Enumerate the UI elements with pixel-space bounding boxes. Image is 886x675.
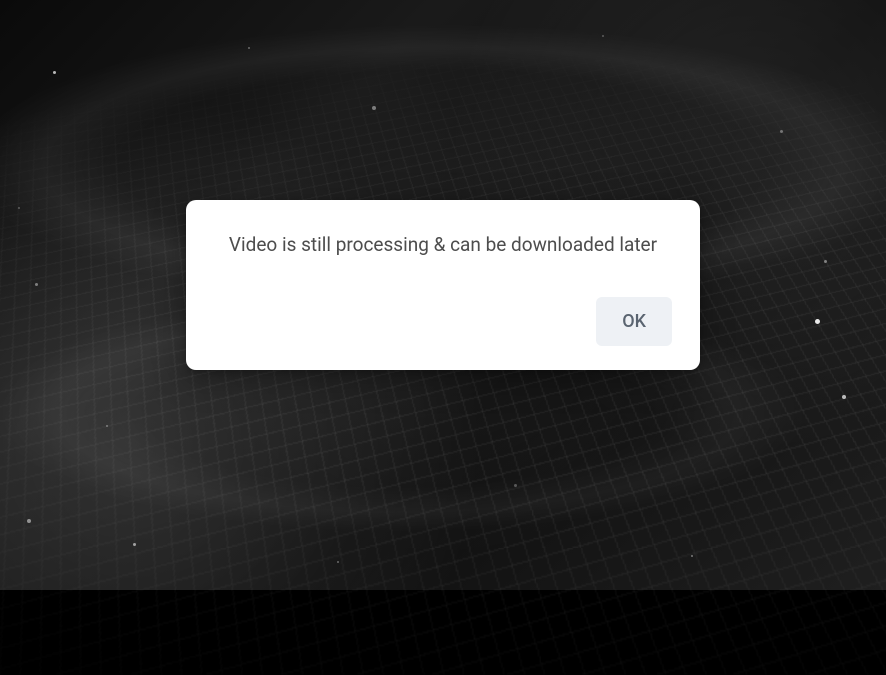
dialog-message: Video is still processing & can be downl…: [214, 232, 672, 259]
alert-dialog: Video is still processing & can be downl…: [186, 200, 700, 370]
dialog-actions: OK: [214, 297, 672, 346]
ok-button[interactable]: OK: [596, 297, 672, 346]
